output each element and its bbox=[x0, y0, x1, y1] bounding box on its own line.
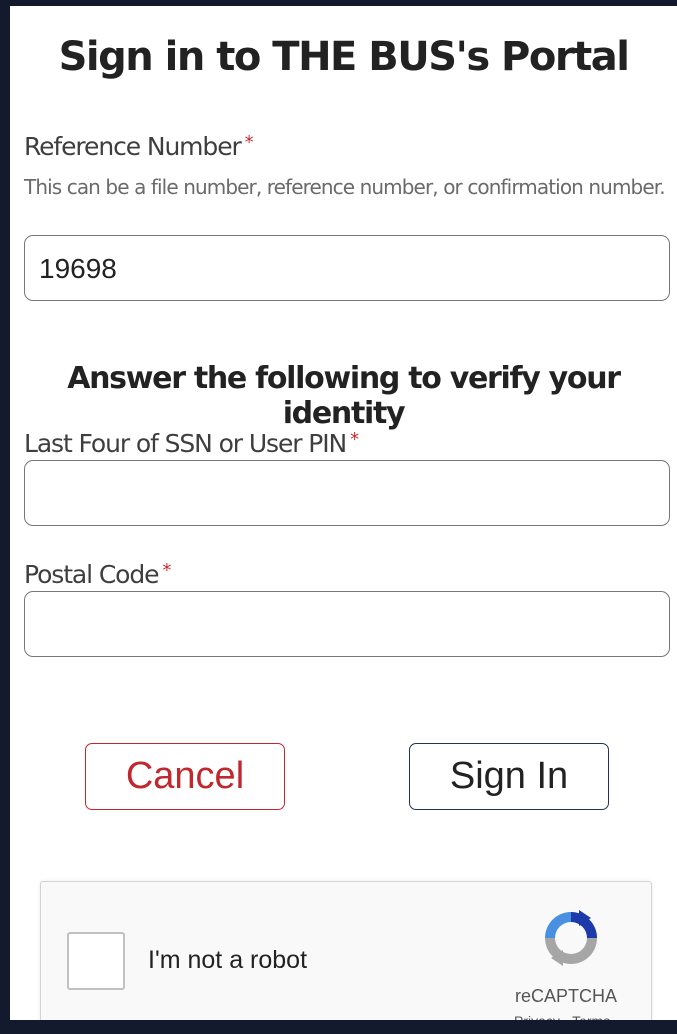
verify-identity-heading: Answer the following to verify your iden… bbox=[67, 361, 621, 431]
postal-code-label: Postal Code * bbox=[24, 560, 171, 589]
recaptcha-logo-icon bbox=[545, 910, 597, 966]
postal-code-input[interactable] bbox=[24, 591, 670, 657]
required-mark: * bbox=[350, 429, 359, 450]
cancel-button[interactable]: Cancel bbox=[85, 743, 285, 810]
recaptcha-label: I'm not a robot bbox=[148, 946, 308, 974]
required-mark: * bbox=[162, 560, 171, 581]
reference-number-value: 19698 bbox=[39, 253, 117, 284]
ssn-pin-input[interactable] bbox=[24, 460, 670, 526]
ssn-pin-label: Last Four of SSN or User PIN * bbox=[24, 429, 359, 458]
reference-number-label: Reference Number * bbox=[24, 132, 254, 161]
reference-number-input[interactable]: 19698 bbox=[24, 235, 670, 301]
postal-code-label-text: Postal Code bbox=[24, 560, 160, 589]
page-title: Sign in to THE BUS's Portal bbox=[58, 34, 630, 80]
page-bottom-edge bbox=[0, 1020, 677, 1034]
reference-number-help: This can be a file number, reference num… bbox=[24, 175, 666, 199]
recaptcha-brand: reCAPTCHA bbox=[515, 986, 618, 1006]
recaptcha-widget: I'm not a robot reCAPTCHA Privacy - Term… bbox=[40, 881, 652, 1028]
signin-panel: Sign in to THE BUS's Portal Reference Nu… bbox=[10, 6, 677, 1028]
ssn-pin-label-text: Last Four of SSN or User PIN bbox=[24, 429, 347, 458]
recaptcha-checkbox[interactable] bbox=[67, 932, 125, 990]
reference-number-label-text: Reference Number bbox=[24, 132, 242, 161]
required-mark: * bbox=[244, 132, 254, 153]
sign-in-button[interactable]: Sign In bbox=[409, 743, 609, 810]
